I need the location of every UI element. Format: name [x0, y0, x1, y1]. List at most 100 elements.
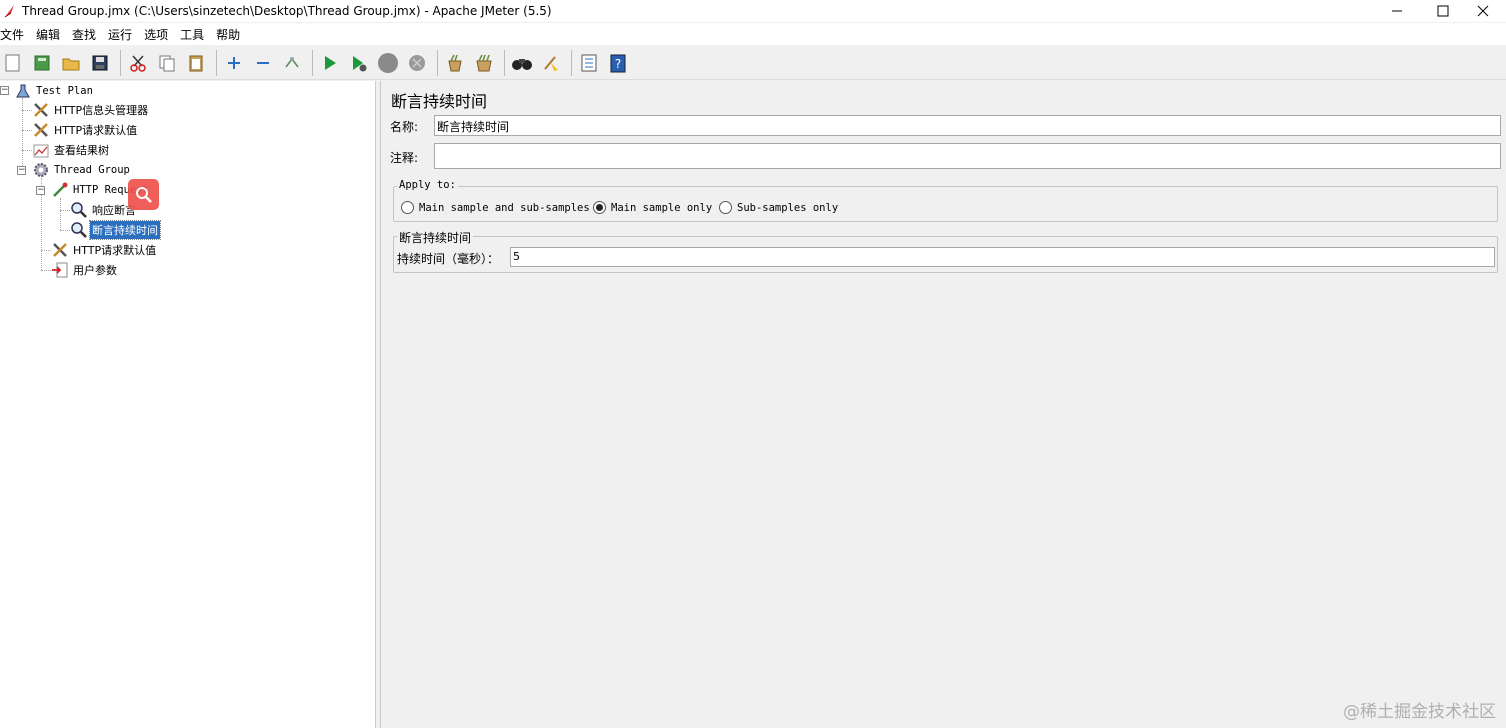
- collapse-toggle[interactable]: −: [17, 166, 26, 175]
- tree-node-label-selected: 断言持续时间: [89, 220, 161, 240]
- window-title: Thread Group.jmx (C:\Users\sinzetech\Des…: [22, 4, 552, 18]
- cut-icon: [130, 54, 146, 72]
- open-button[interactable]: [58, 50, 84, 76]
- tree-connector: [60, 210, 70, 211]
- reset-search-icon: [544, 55, 558, 71]
- name-label: 名称:: [390, 120, 419, 134]
- svg-text:?: ?: [615, 57, 621, 71]
- tools-icon: [32, 121, 50, 139]
- clear-all-button[interactable]: [471, 50, 497, 76]
- duration-assertion-panel: 断言持续时间 名称: 断言持续时间 注释: Apply to: Main sam…: [382, 81, 1506, 728]
- toolbar-separator: [571, 49, 572, 76]
- duration-field[interactable]: 5: [510, 247, 1495, 267]
- split-pane-divider[interactable]: [376, 81, 381, 728]
- test-plan-icon: [14, 82, 32, 100]
- tree-connector: [60, 198, 61, 230]
- start-button[interactable]: [317, 50, 343, 76]
- copy-button[interactable]: [154, 50, 180, 76]
- radio-label: Main sample only: [611, 201, 713, 214]
- tree-node-http-header-manager[interactable]: HTTP信息头管理器: [32, 100, 150, 120]
- minimize-button[interactable]: [1374, 0, 1420, 22]
- start-no-pauses-button[interactable]: [346, 50, 372, 76]
- tree-node-thread-group[interactable]: Thread Group: [32, 160, 132, 180]
- jmeter-feather-icon: [2, 3, 18, 19]
- save-button[interactable]: [87, 50, 113, 76]
- help-button[interactable]: ?: [605, 50, 631, 76]
- menu-run[interactable]: 运行: [108, 26, 138, 43]
- menu-help[interactable]: 帮助: [216, 26, 246, 43]
- expand-all-button[interactable]: [221, 50, 247, 76]
- shutdown-button[interactable]: [404, 50, 430, 76]
- comment-label: 注释:: [390, 151, 419, 165]
- radio-label: Main sample and sub-samples: [419, 201, 590, 214]
- collapse-toggle[interactable]: −: [0, 86, 9, 95]
- name-field[interactable]: 断言持续时间: [434, 115, 1501, 136]
- stop-button[interactable]: [375, 50, 401, 76]
- collapse-all-button[interactable]: [250, 50, 276, 76]
- paste-button[interactable]: [183, 50, 209, 76]
- radio-circle: [401, 201, 414, 214]
- toggle-button[interactable]: [279, 50, 305, 76]
- tree-connector: [22, 150, 32, 151]
- clear-all-icon: [476, 54, 492, 71]
- menu-file[interactable]: 文件: [0, 26, 30, 43]
- tree-node-label: HTTP信息头管理器: [54, 104, 149, 117]
- new-button[interactable]: [0, 50, 26, 76]
- tree-connector: [22, 98, 23, 170]
- collapse-icon: [257, 61, 269, 64]
- duration-group-title: 断言持续时间: [397, 229, 474, 246]
- maximize-icon: [1437, 5, 1449, 17]
- tree-node-view-results-tree[interactable]: 查看结果树: [32, 140, 111, 160]
- toolbar-separator: [120, 49, 121, 76]
- radio-main-and-sub-samples[interactable]: Main sample and sub-samples: [401, 201, 590, 214]
- preprocessor-icon: [51, 261, 69, 279]
- menu-search[interactable]: 查找: [72, 26, 102, 43]
- tree-node-http-defaults[interactable]: HTTP请求默认值: [32, 120, 139, 140]
- tree-node-label: 用户参数: [73, 264, 117, 277]
- radio-circle: [719, 201, 732, 214]
- cut-button[interactable]: [125, 50, 151, 76]
- radio-main-sample-only[interactable]: Main sample only: [593, 201, 712, 214]
- clear-button[interactable]: [442, 50, 468, 76]
- tools-icon: [32, 101, 50, 119]
- tree-connector: [22, 110, 32, 111]
- new-icon: [5, 54, 20, 71]
- tree-node-user-parameters[interactable]: 用户参数: [51, 260, 119, 280]
- chart-icon: [32, 141, 50, 159]
- duration-label: 持续时间（毫秒）：: [397, 252, 500, 266]
- gear-icon: [32, 161, 50, 179]
- title-bar: Thread Group.jmx (C:\Users\sinzetech\Des…: [0, 0, 1506, 22]
- toolbar-separator: [312, 49, 313, 76]
- test-plan-tree: − − − Test Plan HTTP信息头管理器 HTTP请求默认值 查看结…: [0, 81, 376, 728]
- menu-tools[interactable]: 工具: [180, 26, 210, 43]
- close-window-button[interactable]: [1460, 0, 1506, 22]
- function-helper-icon: [581, 54, 597, 71]
- function-helper-button[interactable]: [576, 50, 602, 76]
- toolbar-separator: [504, 49, 505, 76]
- collapse-toggle[interactable]: −: [36, 186, 45, 195]
- templates-icon: [34, 55, 50, 70]
- tree-connector: [60, 230, 70, 231]
- comment-field[interactable]: [434, 143, 1501, 169]
- tree-node-label: Thread Group: [54, 164, 130, 176]
- templates-button[interactable]: [29, 50, 55, 76]
- tree-node-http-defaults-2[interactable]: HTTP请求默认值: [51, 240, 158, 260]
- toolbar-separator: [437, 49, 438, 76]
- menu-options[interactable]: 选项: [144, 26, 174, 43]
- search-button[interactable]: [509, 50, 535, 76]
- cursor-highlight-icon: [128, 179, 159, 210]
- menu-edit[interactable]: 编辑: [36, 26, 66, 43]
- radio-circle-checked: [593, 201, 606, 214]
- tree-node-duration-assertion[interactable]: 断言持续时间: [70, 220, 161, 240]
- search-icon: [512, 58, 532, 70]
- toolbar-separator: [216, 49, 217, 76]
- tree-node-test-plan[interactable]: Test Plan: [14, 81, 95, 101]
- tools-icon: [51, 241, 69, 259]
- watermark: @稀土掘金技术社区: [1343, 702, 1496, 722]
- tree-connector: [41, 250, 51, 251]
- open-icon: [62, 58, 80, 70]
- radio-sub-samples-only[interactable]: Sub-samples only: [719, 201, 838, 214]
- tree-connector: [22, 130, 32, 131]
- apply-to-title: Apply to:: [397, 179, 458, 191]
- reset-search-button[interactable]: [538, 50, 564, 76]
